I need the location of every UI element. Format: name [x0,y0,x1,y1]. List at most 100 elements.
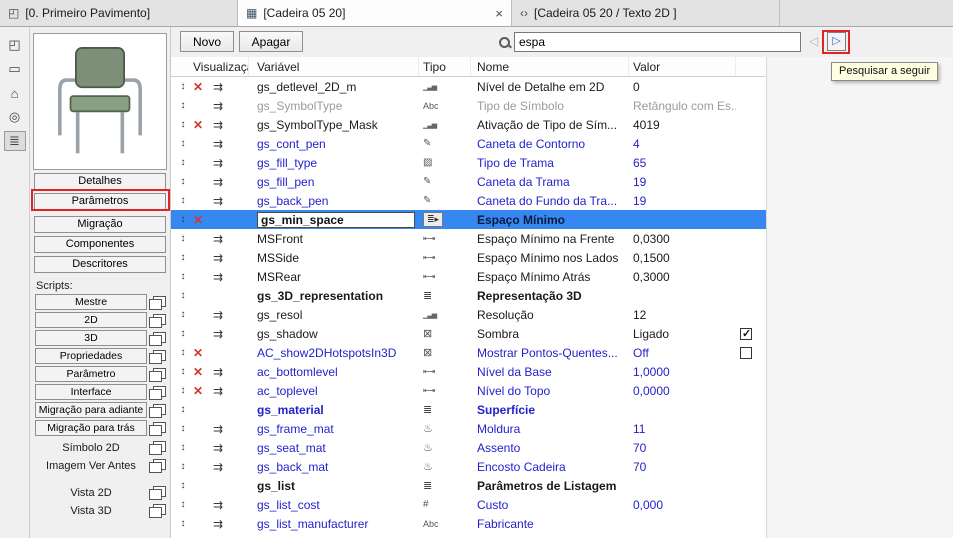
exclude-x-icon[interactable]: ✕ [190,213,206,227]
open-window-icon[interactable] [149,313,166,328]
sidebar-button-detalhes[interactable]: Detalhes [34,173,166,190]
param-value[interactable]: 65 [633,156,646,170]
open-window-icon[interactable] [149,385,166,400]
row-reorder-icon[interactable]: ↕ [176,157,190,168]
display-toggle-icon[interactable]: ⇉ [206,441,230,455]
script-button-propriedades[interactable]: Propriedades [35,348,147,364]
param-value[interactable]: 70 [633,441,646,455]
new-parameter-button[interactable]: Novo [180,31,234,52]
param-value[interactable]: 70 [633,460,646,474]
symbol-2d-icon[interactable]: ▭ [4,59,26,79]
script-button-interface[interactable]: Interface [35,384,147,400]
row-reorder-icon[interactable]: ↕ [176,385,190,396]
row-reorder-icon[interactable]: ↕ [176,81,190,92]
delete-parameter-button[interactable]: Apagar [239,31,303,52]
script-button-3d[interactable]: 3D [35,330,147,346]
display-toggle-icon[interactable]: ⇉ [206,137,230,151]
row-reorder-icon[interactable]: ↕ [176,309,190,320]
script-button-migracao-para-adiante[interactable]: Migração para adiante [35,402,147,418]
exclude-x-icon[interactable]: ✕ [190,365,206,379]
display-toggle-icon[interactable]: ⇉ [206,460,230,474]
param-row[interactable]: ↕ ⇉ gs_back_pen ✎ Caneta do Fundo da Tra... 1… [171,191,766,210]
open-window-icon[interactable] [149,367,166,382]
row-reorder-icon[interactable]: ↕ [176,442,190,453]
param-value[interactable]: 4 [633,137,640,151]
param-value[interactable]: 12 [633,308,646,322]
row-reorder-icon[interactable]: ↕ [176,290,190,301]
open-window-icon[interactable] [149,459,166,473]
param-row[interactable]: ↕ ✕ ⇉ gs_detlevel_2D_m ▁▃▅ Nível de Detalhe e… [171,77,766,96]
sidebar-button-componentes[interactable]: Componentes [34,236,166,253]
param-value[interactable]: 0,000 [633,498,663,512]
display-toggle-icon[interactable]: ⇉ [206,232,230,246]
param-row[interactable]: ↕ ⇉ gs_resol ▁▃▅ Resolução 12 [171,305,766,324]
param-value[interactable]: 11 [633,422,645,436]
param-row[interactable]: ↕ ✕ ⇉ gs_SymbolType_Mask ▁▃▅ Ativação de Tipo… [171,115,766,134]
display-toggle-icon[interactable]: ⇉ [206,422,230,436]
value-checkbox[interactable] [740,346,752,359]
display-toggle-icon[interactable]: ⇉ [206,327,230,341]
search-input[interactable] [514,32,801,52]
param-row[interactable]: ↕ ⇉ MSFront ⇤⇥ Espaço Mínimo na Frente 0,0300 [171,229,766,248]
sidebar-button-parametros[interactable]: Parâmetros [34,193,166,210]
parameter-list-icon[interactable]: ≣ [3,131,26,151]
preview-picture-icon[interactable]: ⌂ [4,83,26,103]
display-toggle-icon[interactable]: ⇉ [206,251,230,265]
param-value[interactable]: Ligado [633,327,669,341]
open-window-icon[interactable] [149,504,166,518]
param-row[interactable]: ↕ ⇉ gs_back_mat ♨ Encosto Cadeira 70 [171,457,766,476]
open-window-icon[interactable] [149,486,166,500]
row-reorder-icon[interactable]: ↕ [176,119,190,130]
display-toggle-icon[interactable]: ⇉ [206,194,230,208]
display-toggle-icon[interactable]: ⇉ [206,175,230,189]
param-row[interactable]: ↕ gs_3D_representation ≣ Representação 3D [171,286,766,305]
param-row[interactable]: ↕ ⇉ MSSide ⇤⇥ Espaço Mínimo nos Lados 0,1500 [171,248,766,267]
param-value[interactable]: 0,3000 [633,270,670,284]
display-toggle-icon[interactable]: ⇉ [206,118,230,132]
display-toggle-icon[interactable]: ⇉ [206,156,230,170]
display-toggle-icon[interactable]: ⇉ [206,99,230,113]
row-reorder-icon[interactable]: ↕ [176,195,190,206]
param-value[interactable]: 1,0000 [633,365,670,379]
exclude-x-icon[interactable]: ✕ [190,118,206,132]
script-button-2d[interactable]: 2D [35,312,147,328]
param-value[interactable]: Retângulo com Es... [633,99,736,113]
exclude-x-icon[interactable]: ✕ [190,346,206,360]
row-reorder-icon[interactable]: ↕ [176,423,190,434]
open-window-icon[interactable] [149,421,166,436]
open-window-icon[interactable] [149,441,166,455]
display-toggle-icon[interactable]: ⇉ [206,517,230,531]
param-value[interactable]: Off [633,346,649,360]
row-reorder-icon[interactable]: ↕ [176,176,190,187]
script-button-migracao-para-tras[interactable]: Migração para trás [35,420,147,436]
display-toggle-icon[interactable]: ⇉ [206,308,230,322]
row-reorder-icon[interactable]: ↕ [176,328,190,339]
sidebar-button-descritores[interactable]: Descritores [34,256,166,273]
sidebar-button-migracao[interactable]: Migração [34,216,166,233]
row-reorder-icon[interactable]: ↕ [176,138,190,149]
param-row[interactable]: ↕ ✕ gs_min_space ≣▸ Espaço Mínimo [171,210,766,229]
param-row[interactable]: ↕ ⇉ gs_SymbolType Abc Tipo de Símbolo Retângu… [171,96,766,115]
display-toggle-icon[interactable]: ⇉ [206,270,230,284]
row-reorder-icon[interactable]: ↕ [176,347,190,358]
param-value[interactable]: 4019 [633,118,660,132]
row-reorder-icon[interactable]: ↕ [176,271,190,282]
row-reorder-icon[interactable]: ↕ [176,461,190,472]
param-row[interactable]: ↕ ⇉ gs_cont_pen ✎ Caneta de Contorno 4 [171,134,766,153]
model-3d-icon[interactable]: ◎ [4,107,26,127]
row-reorder-icon[interactable]: ↕ [176,233,190,244]
param-row[interactable]: ↕ ⇉ gs_fill_type ▨ Tipo de Trama 65 [171,153,766,172]
param-row[interactable]: ↕ gs_list ≣ Parâmetros de Listagem [171,476,766,495]
open-window-icon[interactable] [149,349,166,364]
exclude-x-icon[interactable]: ✕ [190,384,206,398]
display-toggle-icon[interactable]: ⇉ [206,498,230,512]
param-value[interactable]: 0,1500 [633,251,670,265]
param-row[interactable]: ↕ ⇉ gs_seat_mat ♨ Assento 70 [171,438,766,457]
search-next-button[interactable]: ▷ [827,32,846,51]
script-button-mestre[interactable]: Mestre [35,294,147,310]
param-value[interactable]: 0 [633,80,640,94]
param-row[interactable]: ↕ ⇉ gs_list_cost # Custo 0,000 [171,495,766,514]
row-reorder-icon[interactable]: ↕ [176,404,190,415]
row-reorder-icon[interactable]: ↕ [176,100,190,111]
row-reorder-icon[interactable]: ↕ [176,366,190,377]
